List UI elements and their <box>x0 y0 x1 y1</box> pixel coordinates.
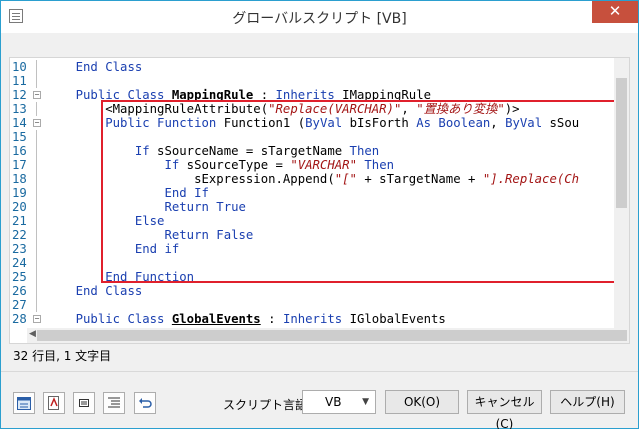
help-button[interactable]: ヘルプ(H) <box>550 390 625 414</box>
code-token: GlobalEvents <box>171 312 261 326</box>
fold-guide <box>36 298 37 312</box>
line-number: 20 <box>12 200 27 214</box>
line-number: 13 <box>12 102 27 116</box>
selection-highlight-box <box>101 100 623 283</box>
code-token: Inherits <box>282 312 343 326</box>
line-number: 23 <box>12 242 27 256</box>
fold-guide <box>36 228 37 242</box>
ok-button[interactable]: OK(O) <box>385 390 459 414</box>
code-line[interactable]: 28− Public Class GlobalEvents : Inherits… <box>10 312 610 326</box>
code-text: End Class <box>46 284 143 298</box>
window-title: グローバルスクリプト [VB] <box>232 11 407 27</box>
line-number: 17 <box>12 158 27 172</box>
calendar-icon <box>17 397 31 410</box>
snippet-icon-button[interactable] <box>73 392 95 414</box>
fold-toggle-icon[interactable]: − <box>33 315 41 323</box>
vertical-scrollbar[interactable] <box>614 58 629 328</box>
code-line[interactable]: 10 End Class <box>10 60 610 74</box>
fold-guide <box>36 242 37 256</box>
code-token: IGlobalEvents <box>342 312 446 326</box>
fold-guide <box>36 200 37 214</box>
code-text: End Class <box>46 60 143 74</box>
code-token: End Class <box>75 60 143 74</box>
divider <box>1 371 638 372</box>
scroll-left-icon[interactable]: ◀ <box>29 329 36 339</box>
chevron-down-icon: ▼ <box>362 397 369 407</box>
undo-icon-button[interactable] <box>134 392 156 414</box>
line-number: 22 <box>12 228 27 242</box>
cancel-button[interactable]: キャンセル(C) <box>467 390 542 429</box>
script-language-label: スクリプト言語: <box>223 398 312 412</box>
fold-guide <box>36 144 37 158</box>
title-bar: グローバルスクリプト [VB] ✕ <box>1 1 638 33</box>
line-number: 11 <box>12 74 27 88</box>
code-token: : <box>260 312 283 326</box>
horizontal-scrollbar[interactable]: ◀ <box>27 328 629 343</box>
script-language-value: VB <box>325 395 342 409</box>
line-number: 24 <box>12 256 27 270</box>
script-language-select[interactable]: VB ▼ <box>302 390 376 414</box>
vertical-scroll-thumb[interactable] <box>616 78 627 208</box>
fold-toggle-icon[interactable]: − <box>33 91 41 99</box>
fold-guide <box>36 270 37 284</box>
undo-icon <box>139 398 152 408</box>
fold-toggle-icon[interactable]: − <box>33 119 41 127</box>
snippet-icon <box>79 399 89 407</box>
calendar-icon-button[interactable] <box>13 392 35 414</box>
code-token: Public Class <box>75 312 172 326</box>
fold-guide <box>36 214 37 228</box>
cursor-position-status: 32 行目, 1 文字目 <box>13 349 112 363</box>
format-icon-button[interactable] <box>43 392 65 414</box>
format-icon <box>48 396 59 410</box>
line-number: 16 <box>12 144 27 158</box>
line-number: 27 <box>12 298 27 312</box>
line-number: 18 <box>12 172 27 186</box>
fold-guide <box>36 158 37 172</box>
fold-guide <box>36 130 37 144</box>
line-number: 19 <box>12 186 27 200</box>
line-number: 12 <box>12 88 27 102</box>
close-button[interactable]: ✕ <box>592 1 638 23</box>
line-number: 10 <box>12 60 27 74</box>
fold-guide <box>36 74 37 88</box>
line-number: 26 <box>12 284 27 298</box>
list-icon-button[interactable] <box>103 392 125 414</box>
fold-guide <box>36 284 37 298</box>
fold-guide <box>36 172 37 186</box>
code-line[interactable]: 26 End Class <box>10 284 610 298</box>
line-number: 15 <box>12 130 27 144</box>
list-icon <box>108 397 120 408</box>
script-window: グローバルスクリプト [VB] ✕ 10 End Class 11 12− Publ… <box>0 0 639 429</box>
code-editor[interactable]: 10 End Class 11 12− Public Class MappingRu… <box>9 57 630 344</box>
line-number: 14 <box>12 116 27 130</box>
code-line[interactable]: 27 <box>10 298 610 312</box>
fold-guide <box>36 186 37 200</box>
horizontal-scroll-thumb[interactable] <box>37 330 627 341</box>
code-text: Public Class GlobalEvents : Inherits IGl… <box>46 312 446 326</box>
fold-guide <box>36 60 37 74</box>
line-number: 25 <box>12 270 27 284</box>
line-number: 21 <box>12 214 27 228</box>
code-line[interactable]: 11 <box>10 74 610 88</box>
line-number: 28 <box>12 312 27 326</box>
code-token: End Class <box>75 284 143 298</box>
fold-guide <box>36 102 37 116</box>
fold-guide <box>36 256 37 270</box>
